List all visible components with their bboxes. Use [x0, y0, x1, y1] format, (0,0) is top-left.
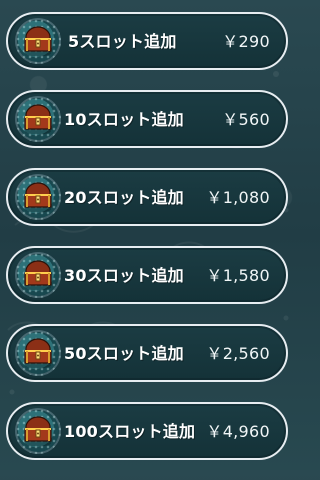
slot-pack-20-button[interactable]: 20スロット追加 ￥1,080 — [6, 168, 288, 226]
slot-pack-label: 100スロット追加 — [64, 422, 196, 441]
chest-badge — [15, 330, 61, 376]
slot-pack-price: ￥2,560 — [206, 344, 270, 363]
chest-badge — [15, 174, 61, 220]
slot-pack-5-button[interactable]: 5スロット追加 ￥290 — [6, 12, 288, 70]
treasure-chest-icon — [24, 26, 52, 57]
slot-pack-label: 20スロット追加 — [64, 188, 184, 207]
slot-pack-price: ￥560 — [222, 110, 270, 129]
chest-badge — [15, 252, 61, 298]
slot-pack-label: 5スロット追加 — [68, 32, 177, 51]
chest-badge — [15, 18, 61, 64]
slot-pack-price: ￥1,580 — [206, 266, 270, 285]
treasure-chest-icon — [24, 338, 52, 369]
slot-pack-label: 30スロット追加 — [64, 266, 184, 285]
slot-pack-50-button[interactable]: 50スロット追加 ￥2,560 — [6, 324, 288, 382]
treasure-chest-icon — [24, 182, 52, 213]
slot-pack-label: 10スロット追加 — [64, 110, 184, 129]
slot-purchase-list: 5スロット追加 ￥290 10スロット追加 ￥560 20スロット追加 ￥1,0… — [6, 12, 288, 480]
slot-pack-100-button[interactable]: 100スロット追加 ￥4,960 — [6, 402, 288, 460]
chest-badge — [15, 408, 61, 454]
treasure-chest-icon — [24, 260, 52, 291]
treasure-chest-icon — [24, 104, 52, 135]
chest-badge — [15, 96, 61, 142]
slot-pack-30-button[interactable]: 30スロット追加 ￥1,580 — [6, 246, 288, 304]
slot-pack-price: ￥290 — [222, 32, 270, 51]
treasure-chest-icon — [24, 416, 52, 447]
slot-pack-price: ￥4,960 — [206, 422, 270, 441]
slot-pack-price: ￥1,080 — [206, 188, 270, 207]
slot-pack-label: 50スロット追加 — [64, 344, 184, 363]
slot-pack-10-button[interactable]: 10スロット追加 ￥560 — [6, 90, 288, 148]
